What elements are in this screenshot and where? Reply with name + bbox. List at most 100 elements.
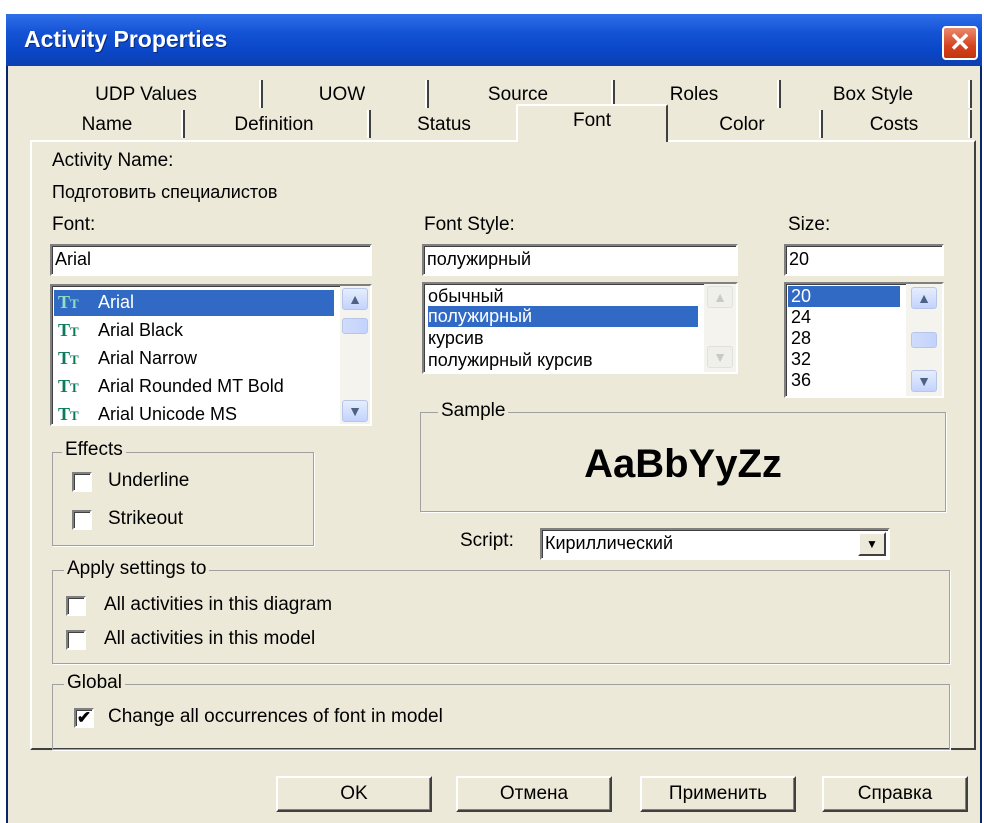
- change-all-occurrences-checkbox[interactable]: ✔: [74, 708, 94, 728]
- tab-separator: [367, 110, 371, 138]
- tab-label: Source: [487, 84, 549, 105]
- scroll-up-button[interactable]: ▲: [342, 288, 368, 310]
- scroll-up-button[interactable]: ▲: [911, 287, 937, 309]
- font-list-scrollbar[interactable]: ▲ ▼: [340, 286, 370, 424]
- scroll-thumb[interactable]: [342, 318, 368, 334]
- list-item-label: 20: [791, 286, 812, 306]
- tab-separator: [968, 80, 972, 108]
- tab-separator: [181, 110, 185, 138]
- scroll-up-button[interactable]: ▲: [707, 286, 733, 308]
- font-list[interactable]: TT Arial TT Arial Black TT Arial Narrow …: [50, 284, 372, 426]
- activity-name-label: Activity Name:: [52, 150, 174, 171]
- tab-separator: [819, 110, 823, 138]
- chevron-down-icon: ▼: [713, 349, 727, 365]
- sample-group-title: Sample: [438, 400, 509, 422]
- list-item[interactable]: курсив: [428, 328, 698, 349]
- size-input[interactable]: 20: [784, 244, 944, 276]
- font-style-list[interactable]: обычный полужирный курсив полужирный кур…: [422, 282, 738, 374]
- list-item-label: обычный: [428, 286, 504, 306]
- list-item[interactable]: 20: [788, 286, 900, 307]
- list-item[interactable]: 32: [791, 349, 811, 370]
- change-all-occurrences-label: Change all occurrences of font in model: [108, 706, 443, 727]
- size-list[interactable]: 20 24 28 32 36 ▲ ▼: [784, 282, 944, 398]
- truetype-font-icon: TT: [58, 320, 79, 340]
- script-dropdown-button[interactable]: ▼: [858, 532, 886, 556]
- cancel-button[interactable]: Отмена: [456, 776, 612, 812]
- truetype-font-icon: TT: [58, 292, 79, 312]
- tab-label: UOW: [318, 84, 366, 105]
- tab-label: Color: [719, 114, 765, 135]
- tab-label: UDP Values: [95, 84, 197, 105]
- list-item[interactable]: TT Arial Rounded MT Bold: [54, 374, 334, 400]
- tab-color[interactable]: Color: [672, 110, 812, 140]
- script-select[interactable]: Кириллический ▼: [540, 528, 890, 560]
- tab-label: Definition: [234, 114, 314, 135]
- tab-status[interactable]: Status: [374, 110, 514, 140]
- tab-separator: [777, 80, 781, 108]
- effects-group: [52, 452, 314, 546]
- list-item[interactable]: 36: [791, 370, 811, 391]
- title-bar[interactable]: Activity Properties ✕: [6, 14, 982, 66]
- all-activities-diagram-checkbox[interactable]: [66, 596, 86, 616]
- tab-name[interactable]: Name: [40, 110, 174, 140]
- checkmark-icon: ✔: [76, 708, 92, 727]
- list-item-label: Arial Black: [98, 320, 184, 340]
- underline-label: Underline: [108, 470, 190, 491]
- chevron-up-icon: ▲: [917, 290, 931, 306]
- tab-box-style[interactable]: Box Style: [784, 80, 962, 110]
- tab-label: Costs: [869, 114, 919, 135]
- apply-settings-group-title: Apply settings to: [64, 558, 210, 580]
- ok-button[interactable]: OK: [276, 776, 432, 812]
- truetype-font-icon: TT: [58, 348, 79, 368]
- close-button[interactable]: ✕: [942, 26, 978, 60]
- tab-uow[interactable]: UOW: [266, 80, 418, 110]
- list-item[interactable]: 24: [791, 307, 811, 328]
- font-style-list-scrollbar[interactable]: ▲ ▼: [704, 284, 736, 372]
- font-input-value: Arial: [55, 249, 92, 269]
- tab-udp-values[interactable]: UDP Values: [40, 80, 252, 110]
- effects-group-title: Effects: [62, 439, 126, 461]
- tab-separator: [968, 110, 972, 138]
- list-item[interactable]: полужирный курсив: [428, 350, 698, 371]
- list-item-label: 36: [791, 370, 812, 390]
- tab-font[interactable]: Font: [516, 104, 668, 142]
- list-item[interactable]: обычный: [428, 286, 698, 307]
- list-item[interactable]: TT Arial: [54, 290, 334, 316]
- list-item[interactable]: 28: [791, 328, 811, 349]
- font-label: Font:: [52, 214, 96, 235]
- tab-costs[interactable]: Costs: [826, 110, 962, 140]
- strikeout-checkbox[interactable]: [72, 510, 92, 530]
- scroll-thumb[interactable]: [911, 332, 937, 348]
- tab-definition[interactable]: Definition: [188, 110, 360, 140]
- scroll-down-button[interactable]: ▼: [342, 400, 368, 422]
- apply-button[interactable]: Применить: [640, 776, 796, 812]
- underline-checkbox[interactable]: [72, 472, 92, 492]
- scroll-down-button[interactable]: ▼: [911, 370, 937, 392]
- tab-label: Name: [81, 114, 133, 135]
- sample-text: AaBbYyZz: [584, 442, 782, 486]
- help-button[interactable]: Справка: [822, 776, 968, 812]
- tab-separator: [259, 80, 263, 108]
- list-item-label: 32: [791, 349, 812, 369]
- font-style-input-value: полужирный: [427, 249, 532, 269]
- chevron-up-icon: ▲: [348, 291, 362, 307]
- list-item-label: 24: [791, 307, 812, 327]
- window-title: Activity Properties: [24, 26, 228, 52]
- list-item-label: 28: [791, 328, 812, 348]
- chevron-down-icon: ▼: [866, 537, 878, 551]
- list-item[interactable]: полужирный: [428, 306, 698, 327]
- list-item[interactable]: TT Arial Black: [54, 318, 334, 344]
- size-list-scrollbar[interactable]: ▲ ▼: [906, 284, 942, 396]
- font-style-input[interactable]: полужирный: [422, 244, 738, 276]
- all-activities-model-checkbox[interactable]: [66, 630, 86, 650]
- activity-name-value: Подготовить специалистов: [52, 182, 278, 202]
- size-input-value: 20: [789, 249, 810, 269]
- global-group-title: Global: [64, 672, 125, 694]
- list-item[interactable]: TT Arial Narrow: [54, 346, 334, 372]
- list-item[interactable]: TT Arial Unicode MS: [54, 402, 334, 424]
- list-item-label: курсив: [428, 328, 484, 348]
- scroll-down-button[interactable]: ▼: [707, 346, 733, 368]
- font-input[interactable]: Arial: [50, 244, 372, 276]
- script-select-value: Кириллический: [545, 533, 674, 553]
- all-activities-model-label: All activities in this model: [104, 628, 316, 649]
